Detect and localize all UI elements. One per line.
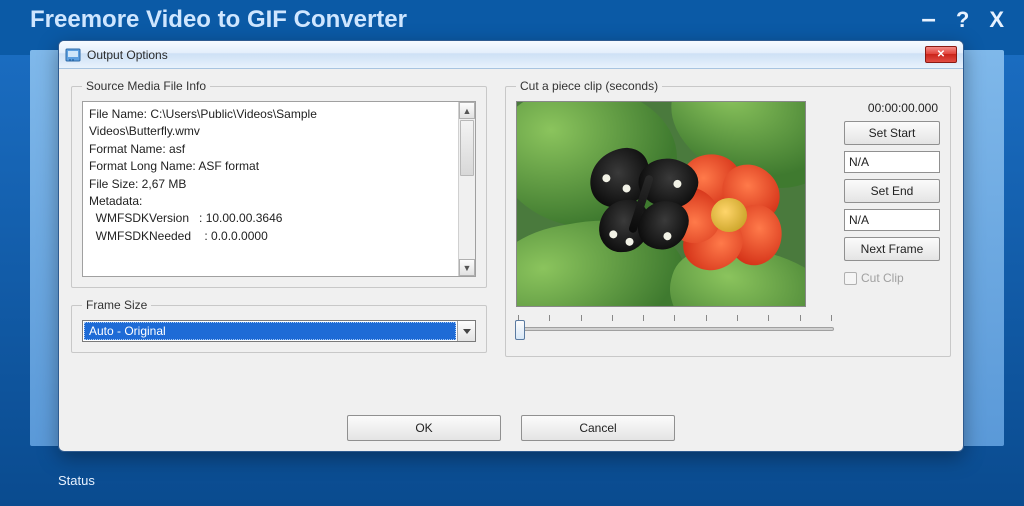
cut-clip-fieldset: Cut a piece clip (seconds) bbox=[505, 79, 951, 357]
file-info-box: File Name: C:\Users\Public\Videos\Sample… bbox=[82, 101, 476, 277]
dialog-button-row: OK Cancel bbox=[71, 415, 951, 441]
dialog-icon bbox=[65, 47, 81, 63]
chevron-down-icon[interactable] bbox=[457, 321, 475, 341]
timeline-ticks bbox=[516, 315, 834, 325]
frame-size-legend: Frame Size bbox=[82, 298, 151, 312]
scroll-thumb[interactable] bbox=[460, 120, 474, 176]
frame-size-value: Auto - Original bbox=[84, 322, 456, 340]
minimize-icon[interactable]: – bbox=[921, 3, 935, 34]
scroll-up-icon[interactable]: ▲ bbox=[459, 102, 475, 119]
dialog-close-button[interactable]: ✕ bbox=[925, 46, 957, 63]
video-preview bbox=[516, 101, 806, 307]
app-title: Freemore Video to GIF Converter bbox=[30, 6, 901, 34]
timeline-thumb[interactable] bbox=[515, 320, 525, 340]
x-icon: ✕ bbox=[937, 49, 945, 60]
source-media-fieldset: Source Media File Info File Name: C:\Use… bbox=[71, 79, 487, 288]
main-window: Freemore Video to GIF Converter – ? X St… bbox=[0, 0, 1024, 506]
help-icon[interactable]: ? bbox=[956, 7, 969, 33]
file-info-scrollbar[interactable]: ▲ ▼ bbox=[458, 102, 475, 276]
end-time-field[interactable] bbox=[844, 209, 940, 231]
frame-size-dropdown[interactable]: Auto - Original bbox=[82, 320, 476, 342]
close-icon[interactable]: X bbox=[989, 7, 1004, 33]
set-start-button[interactable]: Set Start bbox=[844, 121, 940, 145]
dialog-titlebar[interactable]: Output Options ✕ bbox=[59, 41, 963, 69]
set-end-button[interactable]: Set End bbox=[844, 179, 940, 203]
dialog-body: Source Media File Info File Name: C:\Use… bbox=[59, 69, 963, 451]
cut-clip-legend: Cut a piece clip (seconds) bbox=[516, 79, 662, 93]
next-frame-button[interactable]: Next Frame bbox=[844, 237, 940, 261]
timeline-track[interactable] bbox=[516, 327, 834, 331]
dialog-title: Output Options bbox=[87, 48, 925, 62]
output-options-dialog: Output Options ✕ Source Media File Info … bbox=[58, 40, 964, 452]
frame-size-fieldset: Frame Size Auto - Original bbox=[71, 298, 487, 353]
start-time-field[interactable] bbox=[844, 151, 940, 173]
status-label: Status bbox=[58, 473, 95, 488]
butterfly bbox=[581, 144, 701, 264]
cancel-button[interactable]: Cancel bbox=[521, 415, 675, 441]
source-media-legend: Source Media File Info bbox=[82, 79, 210, 93]
scroll-track[interactable] bbox=[459, 177, 475, 259]
cut-clip-row: Cut Clip bbox=[844, 271, 940, 285]
timecode: 00:00:00.000 bbox=[844, 101, 940, 115]
timeline-slider[interactable] bbox=[516, 315, 834, 331]
main-titlebar: Freemore Video to GIF Converter – ? X bbox=[0, 0, 1024, 40]
ok-button[interactable]: OK bbox=[347, 415, 501, 441]
cut-clip-checkbox[interactable] bbox=[844, 272, 857, 285]
scroll-down-icon[interactable]: ▼ bbox=[459, 259, 475, 276]
cut-clip-label: Cut Clip bbox=[861, 271, 904, 285]
file-info-text: File Name: C:\Users\Public\Videos\Sample… bbox=[83, 102, 458, 276]
